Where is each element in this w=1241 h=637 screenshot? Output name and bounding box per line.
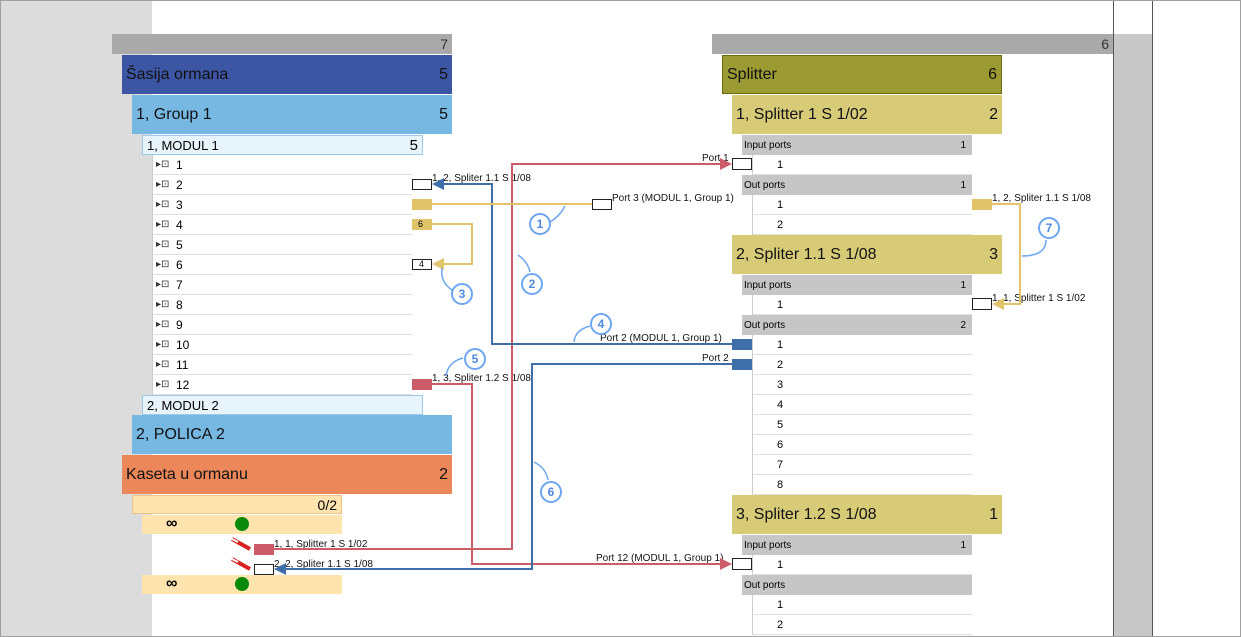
canvas-frame [0, 0, 1241, 637]
